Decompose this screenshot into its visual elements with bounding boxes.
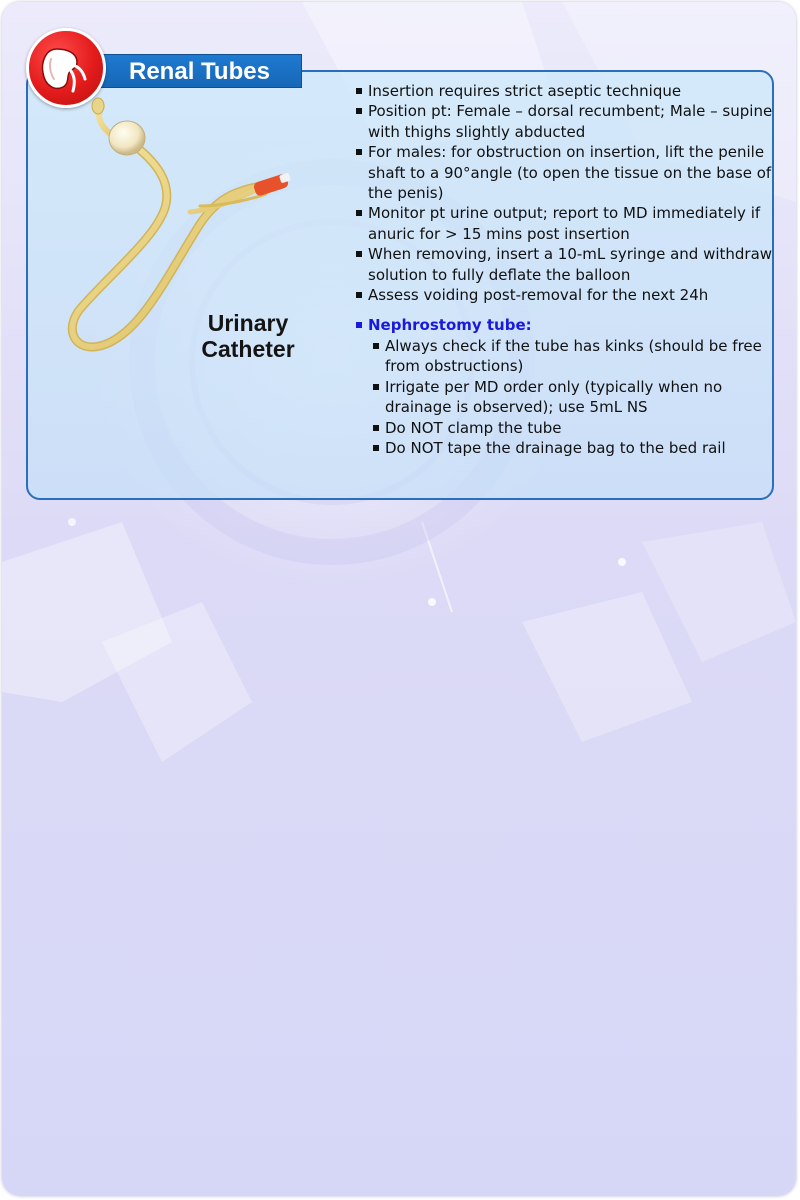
bullet-item: Position pt: Female – dorsal recumbent; … bbox=[354, 101, 774, 142]
nephrostomy-heading: Nephrostomy tube: bbox=[354, 315, 774, 335]
bullet-item: Monitor pt urine output; report to MD im… bbox=[354, 203, 774, 244]
catheter-label-line2: Catheter bbox=[201, 336, 295, 362]
nephrostomy-item: Do NOT tape the drainage bag to the bed … bbox=[371, 438, 774, 458]
page: Renal Tubes Urinary Catheter Insertion r… bbox=[2, 2, 796, 1196]
title-bar: Renal Tubes bbox=[88, 54, 302, 88]
bullet-item: Assess voiding post-removal for the next… bbox=[354, 285, 774, 305]
catheter-label: Urinary Catheter bbox=[188, 310, 308, 362]
bullet-item: For males: for obstruction on insertion,… bbox=[354, 142, 774, 203]
catheter-label-line1: Urinary bbox=[207, 310, 289, 336]
content-text: Insertion requires strict aseptic techni… bbox=[354, 81, 774, 458]
bullet-item: Insertion requires strict aseptic techni… bbox=[354, 81, 774, 101]
nephrostomy-item: Always check if the tube has kinks (shou… bbox=[371, 336, 774, 377]
bullet-item: When removing, insert a 10-mL syringe an… bbox=[354, 244, 774, 285]
page-title: Renal Tubes bbox=[129, 58, 270, 85]
nephrostomy-item: Irrigate per MD order only (typically wh… bbox=[371, 377, 774, 418]
bullet-list: Insertion requires strict aseptic techni… bbox=[354, 81, 774, 305]
nephrostomy-list: Always check if the tube has kinks (shou… bbox=[371, 336, 774, 458]
nephrostomy-item: Do NOT clamp the tube bbox=[371, 418, 774, 438]
